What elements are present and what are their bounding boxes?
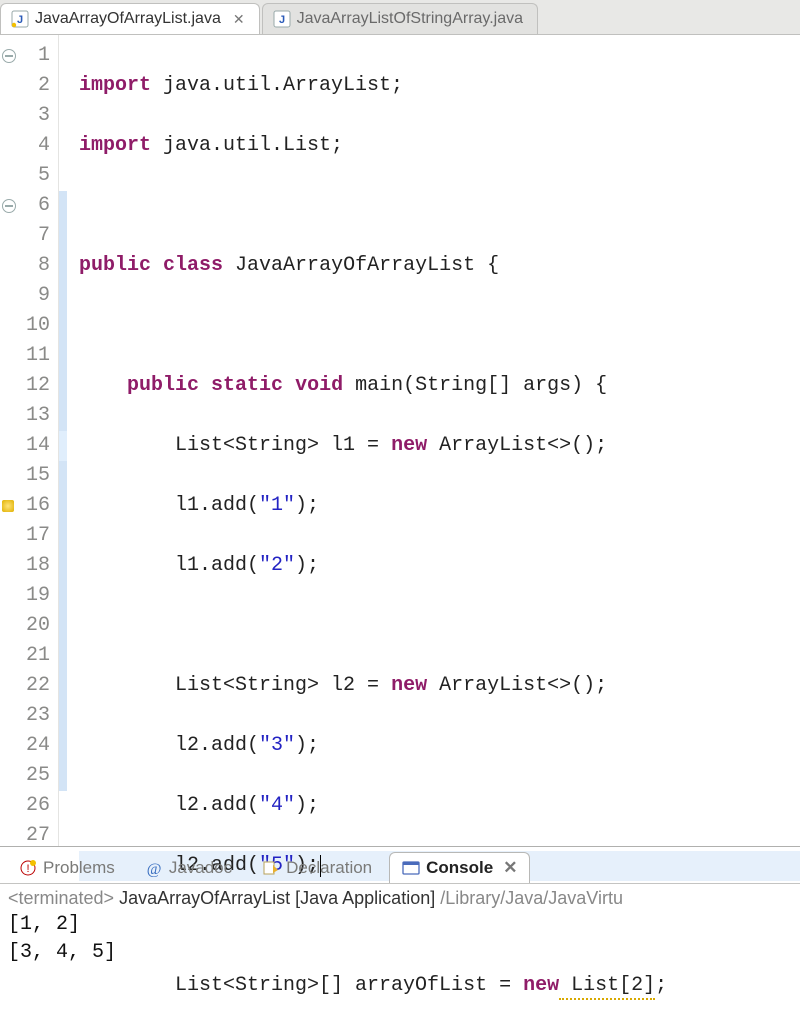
editor-tab-label: JavaArrayListOfStringArray.java: [297, 10, 523, 28]
panel-tab-label: Javadoc: [169, 858, 232, 878]
console-launch-header: <terminated> JavaArrayOfArrayList [Java …: [8, 888, 792, 909]
panel-tab-label: Declaration: [286, 858, 372, 878]
panel-tab-label: Problems: [43, 858, 115, 878]
problems-icon: !: [19, 859, 37, 877]
svg-text:@: @: [146, 861, 161, 877]
declaration-icon: [262, 859, 280, 877]
console-output-line: [3, 4, 5]: [8, 939, 792, 967]
svg-text:!: !: [26, 863, 29, 875]
code-editor[interactable]: 1 2 3 4 5 6 7 8 9 10 11 12 13 14 15 16 1…: [0, 35, 800, 846]
line-number-gutter: 1 2 3 4 5 6 7 8 9 10 11 12 13 14 15 16 1…: [0, 35, 59, 846]
code-area[interactable]: import java.util.ArrayList; import java.…: [67, 35, 800, 846]
editor-tab-active[interactable]: J JavaArrayOfArrayList.java ✕: [0, 3, 260, 34]
warning-underline[interactable]: List[2]: [559, 974, 655, 1000]
console-output-line: [1, 2]: [8, 911, 792, 939]
fold-icon[interactable]: [2, 199, 16, 213]
svg-text:J: J: [17, 14, 23, 26]
tab-console[interactable]: Console ✕: [389, 852, 530, 883]
tab-problems[interactable]: ! Problems: [6, 852, 128, 883]
change-marker-bar: [59, 35, 67, 846]
close-tab-icon[interactable]: ✕: [233, 11, 245, 28]
editor-tab-label: JavaArrayOfArrayList.java: [35, 10, 221, 28]
fold-icon[interactable]: [2, 49, 16, 63]
tab-javadoc[interactable]: @ Javadoc: [132, 852, 245, 883]
panel-tab-label: Console: [426, 858, 493, 878]
tab-declaration[interactable]: Declaration: [249, 852, 385, 883]
console-icon: [402, 859, 420, 877]
editor-tab-inactive[interactable]: J JavaArrayListOfStringArray.java: [262, 3, 538, 34]
editor-tab-bar: J JavaArrayOfArrayList.java ✕ J JavaArra…: [0, 0, 800, 35]
java-file-icon: J: [11, 10, 29, 28]
svg-text:J: J: [279, 14, 285, 26]
console-view[interactable]: <terminated> JavaArrayOfArrayList [Java …: [0, 884, 800, 971]
close-panel-icon[interactable]: ✕: [503, 858, 517, 878]
java-file-icon: J: [273, 10, 291, 28]
javadoc-icon: @: [145, 859, 163, 877]
warning-icon[interactable]: [2, 500, 14, 512]
panel-tab-bar: ! Problems @ Javadoc Declaration Console…: [0, 847, 800, 884]
